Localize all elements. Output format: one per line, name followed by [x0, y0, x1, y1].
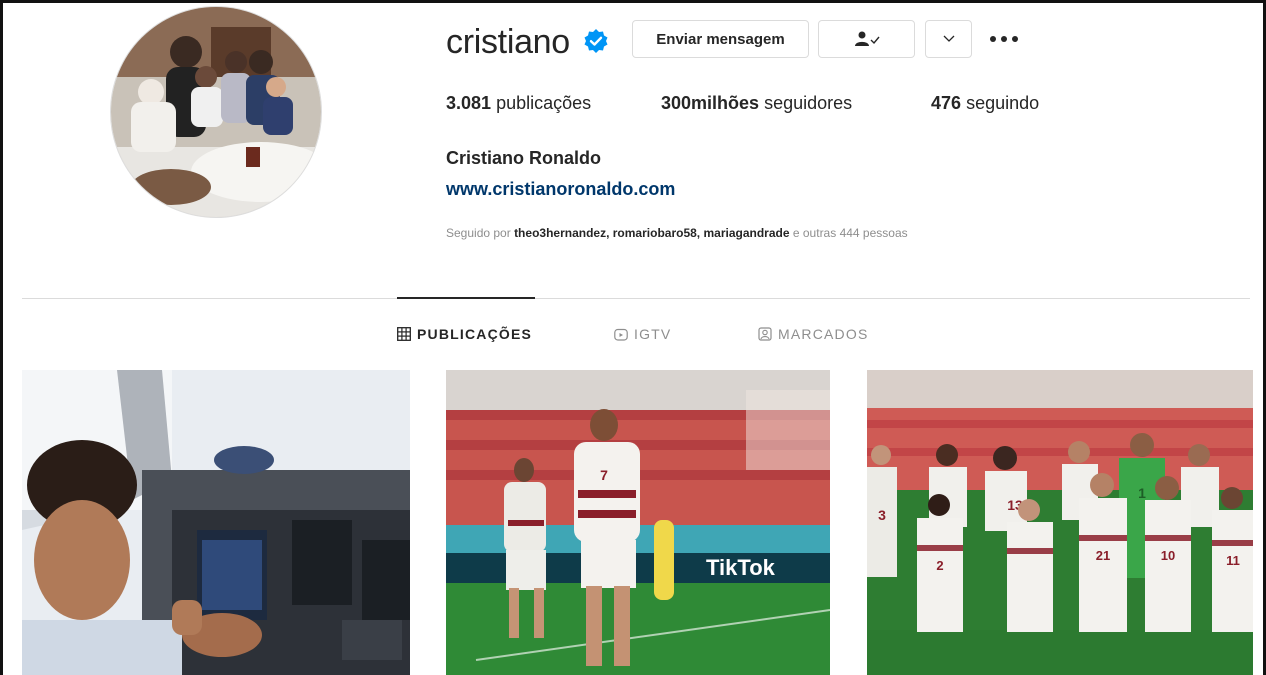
following-count-value: 476 [931, 93, 962, 113]
jersey-number: 3 [878, 507, 886, 523]
tagged-icon [758, 327, 772, 341]
jersey-number: 10 [1161, 548, 1175, 563]
post-thumbnail[interactable] [22, 370, 410, 675]
ellipsis-icon [990, 36, 1018, 42]
profile-username: cristiano [446, 23, 570, 61]
tab-igtv[interactable]: IGTV [614, 326, 671, 342]
tab-publicacoes[interactable]: PUBLICAÇÕES [397, 326, 532, 342]
igtv-icon [614, 328, 628, 341]
follower-username: romariobaro58 [612, 226, 697, 240]
followed-by-prefix: Seguido por [446, 226, 511, 240]
jersey-number: 1 [1138, 485, 1146, 501]
profile-avatar[interactable] [110, 6, 322, 218]
jersey-number: 11 [1226, 553, 1240, 568]
user-check-icon [854, 31, 880, 46]
post-thumbnail[interactable]: TikTok 7 [446, 370, 830, 675]
more-options-button[interactable] [986, 24, 1022, 54]
following-count[interactable]: 476 seguindo [931, 93, 1039, 114]
tab-label: MARCADOS [778, 326, 869, 342]
profile-website-link[interactable]: www.cristianoronaldo.com [446, 179, 675, 200]
jersey-number: 2 [936, 558, 943, 573]
active-tab-indicator [397, 297, 535, 299]
send-message-button[interactable]: Enviar mensagem [632, 20, 809, 58]
post-thumbnail[interactable]: 3 13 1 2 21 10 11 [867, 370, 1253, 675]
followers-count-value: 300milhões [661, 93, 760, 113]
verified-badge-icon [584, 29, 608, 53]
following-button[interactable] [818, 20, 915, 58]
tab-marcados[interactable]: MARCADOS [758, 326, 869, 342]
jersey-number: 21 [1096, 548, 1110, 563]
followed-by-suffix: e outras 444 pessoas [792, 226, 908, 240]
follower-username: mariagandrade [703, 226, 790, 240]
posts-count-value: 3.081 [446, 93, 492, 113]
profile-full-name: Cristiano Ronaldo [446, 148, 602, 168]
grid-icon [397, 327, 411, 341]
posts-count: 3.081 publicações [446, 93, 591, 114]
suggestions-dropdown-button[interactable] [925, 20, 972, 58]
tab-label: IGTV [634, 326, 672, 342]
followed-by-text[interactable]: Seguido por theo3hernandez, romariobaro5… [446, 226, 908, 240]
followers-count[interactable]: 300milhões seguidores [661, 93, 852, 114]
following-count-label: seguindo [966, 93, 1040, 113]
chevron-down-icon [943, 35, 954, 42]
follower-username: theo3hernandez [514, 226, 607, 240]
jersey-number: 7 [600, 467, 608, 483]
posts-count-label: publicações [496, 93, 592, 113]
followers-count-label: seguidores [764, 93, 853, 113]
tiktok-banner-text: TikTok [706, 555, 776, 580]
profile-divider [22, 298, 1250, 299]
tab-label: PUBLICAÇÕES [417, 326, 533, 342]
